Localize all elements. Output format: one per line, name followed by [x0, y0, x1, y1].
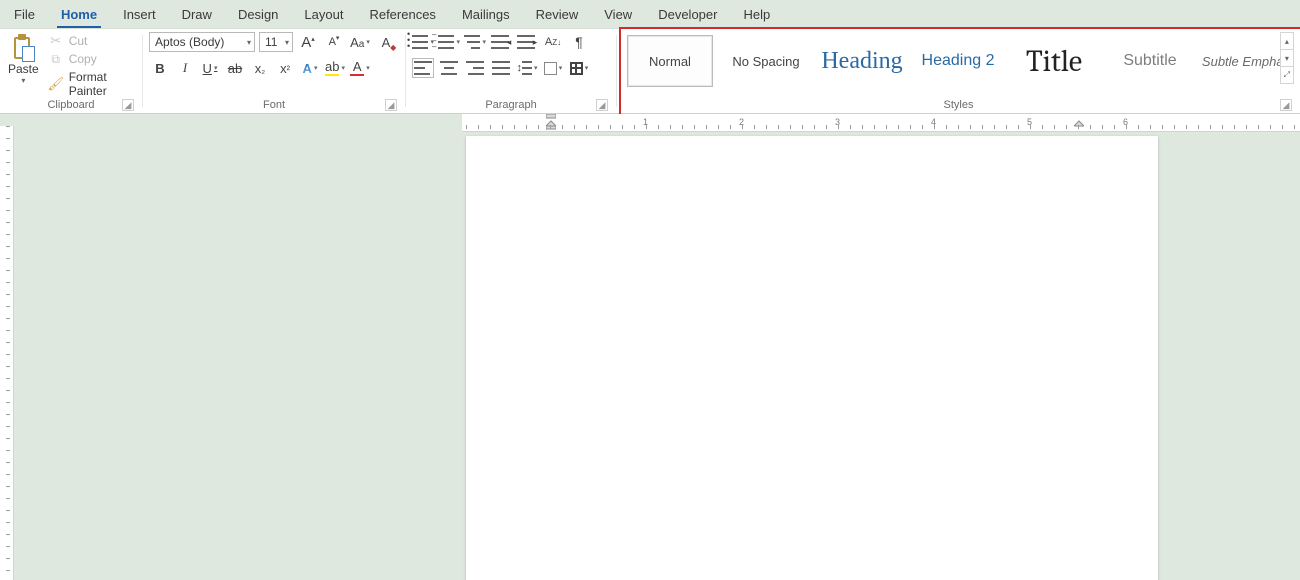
chevron-down-icon: ▾	[285, 38, 289, 47]
tab-design[interactable]: Design	[234, 5, 282, 28]
group-label-clipboard: Clipboard ◢	[6, 98, 136, 113]
tab-view[interactable]: View	[600, 5, 636, 28]
document-page[interactable]	[466, 136, 1158, 580]
style-no-spacing[interactable]: No Spacing	[723, 35, 809, 87]
style-subtle-emphasis[interactable]: Subtle Emphas	[1203, 35, 1280, 87]
styles-gallery: Normal No Spacing Heading Heading 2 Titl…	[623, 32, 1280, 90]
tab-mailings[interactable]: Mailings	[458, 5, 514, 28]
paste-icon	[11, 34, 35, 62]
styles-scroll-down-icon[interactable]: ▾	[1281, 50, 1293, 67]
group-styles: Normal No Spacing Heading Heading 2 Titl…	[617, 29, 1300, 113]
cut-button: ✂ Cut	[49, 34, 136, 48]
group-font: Aptos (Body) ▾ 11 ▾ A A▾ A▾ A◆ B I U▾ ab…	[143, 29, 405, 113]
format-painter-label: Format Painter	[69, 70, 136, 98]
shrink-font-button[interactable]: A▾	[323, 32, 345, 52]
decrease-indent-button[interactable]: ◂	[490, 32, 512, 52]
align-center-button[interactable]	[438, 58, 460, 78]
font-size-value: 11	[265, 35, 277, 49]
ribbon: Paste ▾ ✂ Cut ⧉ Copy 🖌 Format Painter	[0, 28, 1300, 114]
chevron-down-icon[interactable]: ▾	[21, 76, 25, 85]
style-subtitle[interactable]: Subtitle	[1107, 35, 1193, 87]
underline-button[interactable]: U▾	[199, 58, 221, 78]
horizontal-ruler[interactable]: 123456	[462, 114, 1300, 132]
tab-references[interactable]: References	[365, 5, 439, 28]
tab-help[interactable]: Help	[739, 5, 774, 28]
align-left-button[interactable]	[412, 58, 434, 78]
style-title[interactable]: Title	[1011, 35, 1097, 87]
styles-scroll-up-icon[interactable]: ▴	[1281, 33, 1293, 50]
scissors-icon: ✂	[49, 34, 63, 48]
copy-button: ⧉ Copy	[49, 52, 136, 66]
bold-button[interactable]: B	[149, 58, 171, 78]
change-case-button[interactable]: A▾	[349, 32, 371, 52]
group-label-styles: Styles ◢	[623, 98, 1294, 113]
justify-button[interactable]	[490, 58, 512, 78]
italic-button[interactable]: I	[174, 58, 196, 78]
paragraph-dialog-launcher[interactable]: ◢	[596, 99, 608, 111]
font-name-combo[interactable]: Aptos (Body) ▾	[149, 32, 255, 52]
group-label-font: Font ◢	[149, 98, 399, 113]
copy-icon: ⧉	[49, 52, 63, 66]
font-color-button[interactable]: A▾	[349, 58, 371, 78]
numbering-button[interactable]: ▾	[438, 32, 460, 52]
font-name-value: Aptos (Body)	[155, 35, 224, 49]
font-size-combo[interactable]: 11 ▾	[259, 32, 293, 52]
styles-dialog-launcher[interactable]: ◢	[1280, 99, 1292, 111]
paste-button[interactable]: Paste ▾	[6, 34, 41, 85]
borders-button[interactable]: ▾	[568, 58, 590, 78]
vertical-ruler[interactable]	[0, 126, 14, 580]
styles-expand-icon[interactable]: ⤢	[1281, 67, 1293, 83]
shading-button[interactable]: ▾	[542, 58, 564, 78]
group-clipboard: Paste ▾ ✂ Cut ⧉ Copy 🖌 Format Painter	[0, 29, 142, 113]
subscript-button[interactable]: x	[249, 58, 271, 78]
tab-draw[interactable]: Draw	[178, 5, 216, 28]
menu-bar: File Home Insert Draw Design Layout Refe…	[0, 0, 1300, 28]
group-paragraph: ▾ ▾ ▾ ◂ ▸ AZ↓ ¶ ↕▾ ▾ ▾	[406, 29, 616, 113]
font-dialog-launcher[interactable]: ◢	[385, 99, 397, 111]
superscript-button[interactable]: x	[274, 58, 296, 78]
tab-layout[interactable]: Layout	[300, 5, 347, 28]
text-effects-button[interactable]: A▾	[299, 58, 321, 78]
tab-developer[interactable]: Developer	[654, 5, 721, 28]
grow-font-button[interactable]: A	[297, 32, 319, 52]
right-indent-marker[interactable]	[1074, 114, 1084, 130]
tab-review[interactable]: Review	[532, 5, 583, 28]
align-right-button[interactable]	[464, 58, 486, 78]
styles-gallery-scroll[interactable]: ▴ ▾ ⤢	[1280, 32, 1294, 84]
tab-home[interactable]: Home	[57, 5, 101, 28]
style-heading-2[interactable]: Heading 2	[915, 35, 1001, 87]
format-painter-button[interactable]: 🖌 Format Painter	[49, 70, 136, 98]
first-line-indent-marker[interactable]	[546, 114, 556, 130]
bullets-button[interactable]: ▾	[412, 32, 434, 52]
show-hide-marks-button[interactable]: ¶	[568, 32, 590, 52]
clear-formatting-button[interactable]: A◆	[375, 32, 397, 52]
chevron-down-icon: ▾	[247, 38, 251, 47]
clipboard-dialog-launcher[interactable]: ◢	[122, 99, 134, 111]
increase-indent-button[interactable]: ▸	[516, 32, 538, 52]
tab-insert[interactable]: Insert	[119, 5, 160, 28]
group-label-paragraph: Paragraph ◢	[412, 98, 610, 113]
document-area: 123456	[0, 114, 1300, 580]
line-spacing-button[interactable]: ↕▾	[516, 58, 538, 78]
copy-label: Copy	[69, 52, 97, 66]
tab-file[interactable]: File	[10, 5, 39, 28]
highlight-color-button[interactable]: ab▾	[324, 58, 346, 78]
multilevel-list-button[interactable]: ▾	[464, 32, 486, 52]
brush-icon: 🖌	[49, 77, 63, 91]
style-heading-1[interactable]: Heading	[819, 35, 905, 87]
sort-button[interactable]: AZ↓	[542, 32, 564, 52]
paste-label: Paste	[8, 62, 39, 76]
strikethrough-button[interactable]: ab	[224, 58, 246, 78]
style-normal[interactable]: Normal	[627, 35, 713, 87]
cut-label: Cut	[69, 34, 88, 48]
